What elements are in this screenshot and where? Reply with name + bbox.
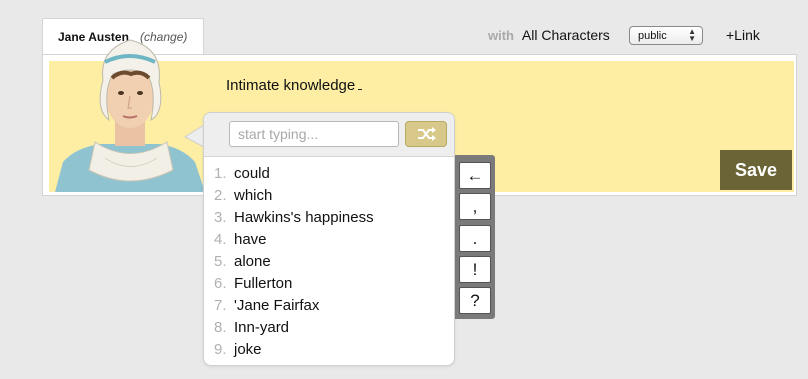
- text-caret: [358, 79, 363, 90]
- backspace-button[interactable]: ←: [459, 162, 491, 189]
- with-characters: with All Characters: [488, 27, 610, 43]
- list-item[interactable]: 8. Inn-yard: [214, 317, 374, 339]
- question-button[interactable]: ?: [459, 287, 491, 314]
- author-portrait: [55, 39, 205, 192]
- list-item[interactable]: 1. could: [214, 163, 374, 185]
- add-link-button[interactable]: +Link: [726, 27, 760, 43]
- suggestion-list: 1. could 2. which 3. Hawkins's happiness 4.…: [214, 163, 374, 361]
- select-arrows-icon: ▲ ▼: [688, 27, 696, 43]
- popup-pointer: [184, 125, 205, 147]
- period-button[interactable]: .: [459, 225, 491, 252]
- suggestion-popup: 1.could 2.which 3.Hawkins's happiness 4.…: [203, 112, 455, 366]
- visibility-select[interactable]: public ▲ ▼: [629, 26, 703, 45]
- list-item[interactable]: 7. 'Jane Fairfax: [214, 295, 374, 317]
- composer-value: Intimate knowledge: [226, 77, 356, 94]
- with-label: with: [488, 28, 514, 43]
- save-button[interactable]: Save: [720, 150, 792, 190]
- list-item[interactable]: 3. Hawkins's happiness: [214, 207, 374, 229]
- comma-button[interactable]: ,: [459, 193, 491, 220]
- search-input[interactable]: [229, 121, 399, 147]
- characters-label[interactable]: All Characters: [522, 27, 610, 43]
- shuffle-icon: [418, 127, 436, 141]
- list-item[interactable]: 9. joke: [214, 339, 374, 361]
- composer-text[interactable]: Intimate knowledge: [226, 77, 363, 94]
- list-item[interactable]: 5. alone: [214, 251, 374, 273]
- list-item[interactable]: 2. which: [214, 185, 374, 207]
- list-item[interactable]: 6. Fullerton: [214, 273, 374, 295]
- shuffle-button[interactable]: [405, 121, 447, 147]
- visibility-value: public: [638, 30, 667, 42]
- punctuation-bar: ← , . ! ?: [455, 155, 495, 319]
- exclamation-button[interactable]: !: [459, 256, 491, 283]
- list-item[interactable]: 4. have: [214, 229, 374, 251]
